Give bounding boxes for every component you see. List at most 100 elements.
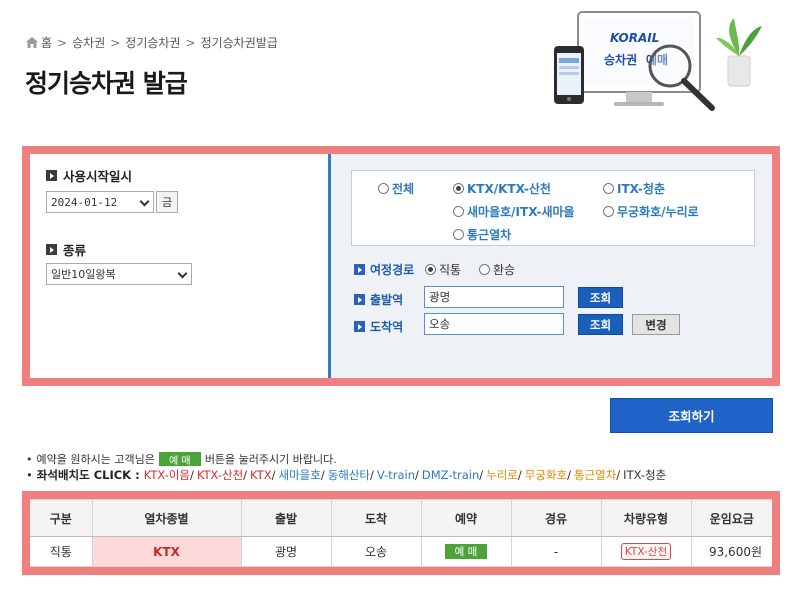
train-type-itx-cheongchun[interactable]: ITX-청춘: [603, 180, 665, 197]
route-label-text: 여정경로: [370, 263, 415, 277]
departure-lookup-button[interactable]: 조회: [578, 287, 623, 308]
header-train-type: 열차종별: [92, 499, 242, 537]
result-header-row: 구분 열차종별 출발 도착 예약 경유 차량유형 운임요금: [30, 499, 772, 537]
seat-map-link[interactable]: V-train: [377, 468, 415, 482]
link-separator: /: [370, 468, 374, 482]
bullet: •: [26, 452, 33, 466]
result-table: 구분 열차종별 출발 도착 예약 경유 차량유형 운임요금 직통 KTX 광명 …: [30, 499, 772, 567]
seat-map-link[interactable]: 새마을호: [278, 468, 320, 482]
home-icon[interactable]: [26, 37, 38, 48]
train-type-saemaeul[interactable]: 새마을호/ITX-새마을: [453, 203, 575, 220]
seat-map-link[interactable]: KTX-산천: [197, 468, 243, 482]
cell-reserve: 예 매: [421, 536, 512, 567]
page-title: 정기승차권 발급: [25, 69, 188, 98]
seat-map-link[interactable]: KTX-이음: [144, 468, 190, 482]
swap-stations-button[interactable]: 변경: [632, 314, 680, 335]
seat-map-links: • 좌석배치도 CLICK : KTX-이음/KTX-산천/KTX/새마을호/동…: [26, 467, 666, 483]
start-date-label-text: 사용시작일시: [63, 169, 133, 184]
radio-icon: [378, 183, 389, 194]
train-type-ktx[interactable]: KTX/KTX-산천: [453, 180, 551, 197]
cell-train-type: KTX: [92, 536, 242, 567]
arrival-label: 도착역: [354, 318, 403, 335]
seat-map-link[interactable]: DMZ-train: [422, 468, 479, 482]
route-option-label: 환승: [493, 263, 516, 277]
link-separator: /: [567, 468, 571, 482]
chevron-down-icon: [139, 196, 150, 207]
reserve-button[interactable]: 예 매: [445, 544, 487, 559]
radio-checked-icon: [425, 264, 436, 275]
train-type-mugunghwa[interactable]: 무궁화호/누리로: [603, 203, 699, 220]
departure-station-input[interactable]: 광명: [424, 286, 564, 308]
arrival-label-text: 도착역: [370, 320, 404, 334]
link-separator: /: [271, 468, 276, 482]
link-separator: /: [517, 468, 522, 482]
header-departure: 출발: [241, 499, 332, 537]
route-option-label: 직통: [439, 263, 462, 277]
car-type-badge[interactable]: KTX-산천: [620, 543, 672, 560]
cell-departure: 광명: [241, 536, 332, 567]
train-type-label: 새마을호/ITX-새마을: [467, 205, 575, 219]
notice-reserve-chip: 예 매: [158, 452, 201, 467]
date-kind-pane: 사용시작일시 2024-01-12 금 종류 일반10일왕복: [30, 154, 326, 378]
start-date-label: 사용시작일시: [46, 166, 132, 185]
train-type-all[interactable]: 전체: [378, 180, 414, 197]
seat-map-link[interactable]: 무궁화호: [525, 468, 567, 482]
start-date-select[interactable]: 2024-01-12: [46, 191, 154, 213]
breadcrumb-ticket[interactable]: 승차권: [72, 34, 105, 51]
seat-map-link[interactable]: ITX-청춘: [623, 468, 666, 482]
arrow-icon: [46, 244, 57, 255]
start-date-value: 2024-01-12: [51, 195, 118, 209]
cell-fare: 93,600원: [691, 536, 772, 567]
train-type-label: ITX-청춘: [617, 182, 665, 196]
arrow-icon: [46, 170, 57, 181]
radio-icon: [479, 264, 490, 275]
ticket-kind-select[interactable]: 일반10일왕복: [46, 263, 192, 285]
bullet: •: [26, 468, 33, 482]
header-arrival: 도착: [331, 499, 422, 537]
cell-car-type: KTX-산천: [601, 536, 692, 567]
breadcrumb-separator: >: [57, 35, 68, 50]
arrival-station-input[interactable]: 오송: [424, 313, 564, 335]
train-type-options: 전체 KTX/KTX-산천 ITX-청춘 새마을호/ITX-새마을 무궁화호/누…: [351, 170, 755, 246]
breadcrumb-season-ticket[interactable]: 정기승차권: [125, 34, 180, 51]
day-of-week-badge: 금: [156, 191, 178, 213]
train-type-label: 무궁화호/누리로: [617, 205, 699, 219]
route-pane: 전체 KTX/KTX-산천 ITX-청춘 새마을호/ITX-새마을 무궁화호/누…: [328, 154, 772, 378]
link-separator: /: [479, 468, 484, 482]
seat-map-link[interactable]: 동해산타: [328, 468, 370, 482]
table-row: 직통 KTX 광명 오송 예 매 - KTX-산천 93,600원: [30, 536, 772, 567]
ticket-search-panel: 사용시작일시 2024-01-12 금 종류 일반10일왕복 전체 KTX/KT…: [22, 146, 780, 386]
radio-icon: [603, 206, 614, 217]
seat-map-link[interactable]: 통근열차: [574, 468, 616, 482]
departure-label: 출발역: [354, 291, 403, 308]
search-button[interactable]: 조회하기: [610, 398, 773, 433]
ticket-kind-value: 일반10일왕복: [51, 268, 116, 281]
route-transfer-option[interactable]: 환승: [479, 261, 515, 278]
chevron-down-icon: [177, 268, 188, 279]
reservation-notice: • 예약을 원하시는 고객님은 예 매 버튼을 눌러주시기 바랍니다.: [26, 451, 337, 467]
route-label: 여정경로: [354, 261, 414, 278]
header-reserve: 예약: [421, 499, 512, 537]
route-direct-option[interactable]: 직통: [425, 261, 461, 278]
arrow-icon: [354, 264, 365, 275]
breadcrumb: 홈 > 승차권 > 정기승차권 > 정기승차권발급: [26, 34, 278, 51]
radio-icon: [453, 206, 464, 217]
seat-map-link[interactable]: KTX: [250, 468, 272, 482]
result-table-panel: 구분 열차종별 출발 도착 예약 경유 차량유형 운임요금 직통 KTX 광명 …: [22, 491, 780, 575]
header-car-type: 차량유형: [601, 499, 692, 537]
train-type-label: 전체: [392, 182, 415, 196]
banner-caption-a: 승차권: [604, 52, 637, 67]
cell-via: -: [511, 536, 602, 567]
train-type-commuter[interactable]: 통근열차: [453, 226, 511, 243]
breadcrumb-home[interactable]: 홈: [41, 34, 52, 51]
breadcrumb-separator: >: [110, 35, 121, 50]
banner-logo: KORAIL: [610, 31, 659, 45]
radio-icon: [603, 183, 614, 194]
radio-icon: [453, 229, 464, 240]
seat-map-link[interactable]: 누리로: [486, 468, 518, 482]
notice-suffix: 버튼을 눌러주시기 바랍니다.: [204, 453, 337, 466]
notice-prefix: 예약을 원하시는 고객님은: [36, 453, 155, 466]
radio-checked-icon: [453, 183, 464, 194]
train-type-label: 통근열차: [467, 228, 512, 242]
arrival-lookup-button[interactable]: 조회: [578, 314, 623, 335]
